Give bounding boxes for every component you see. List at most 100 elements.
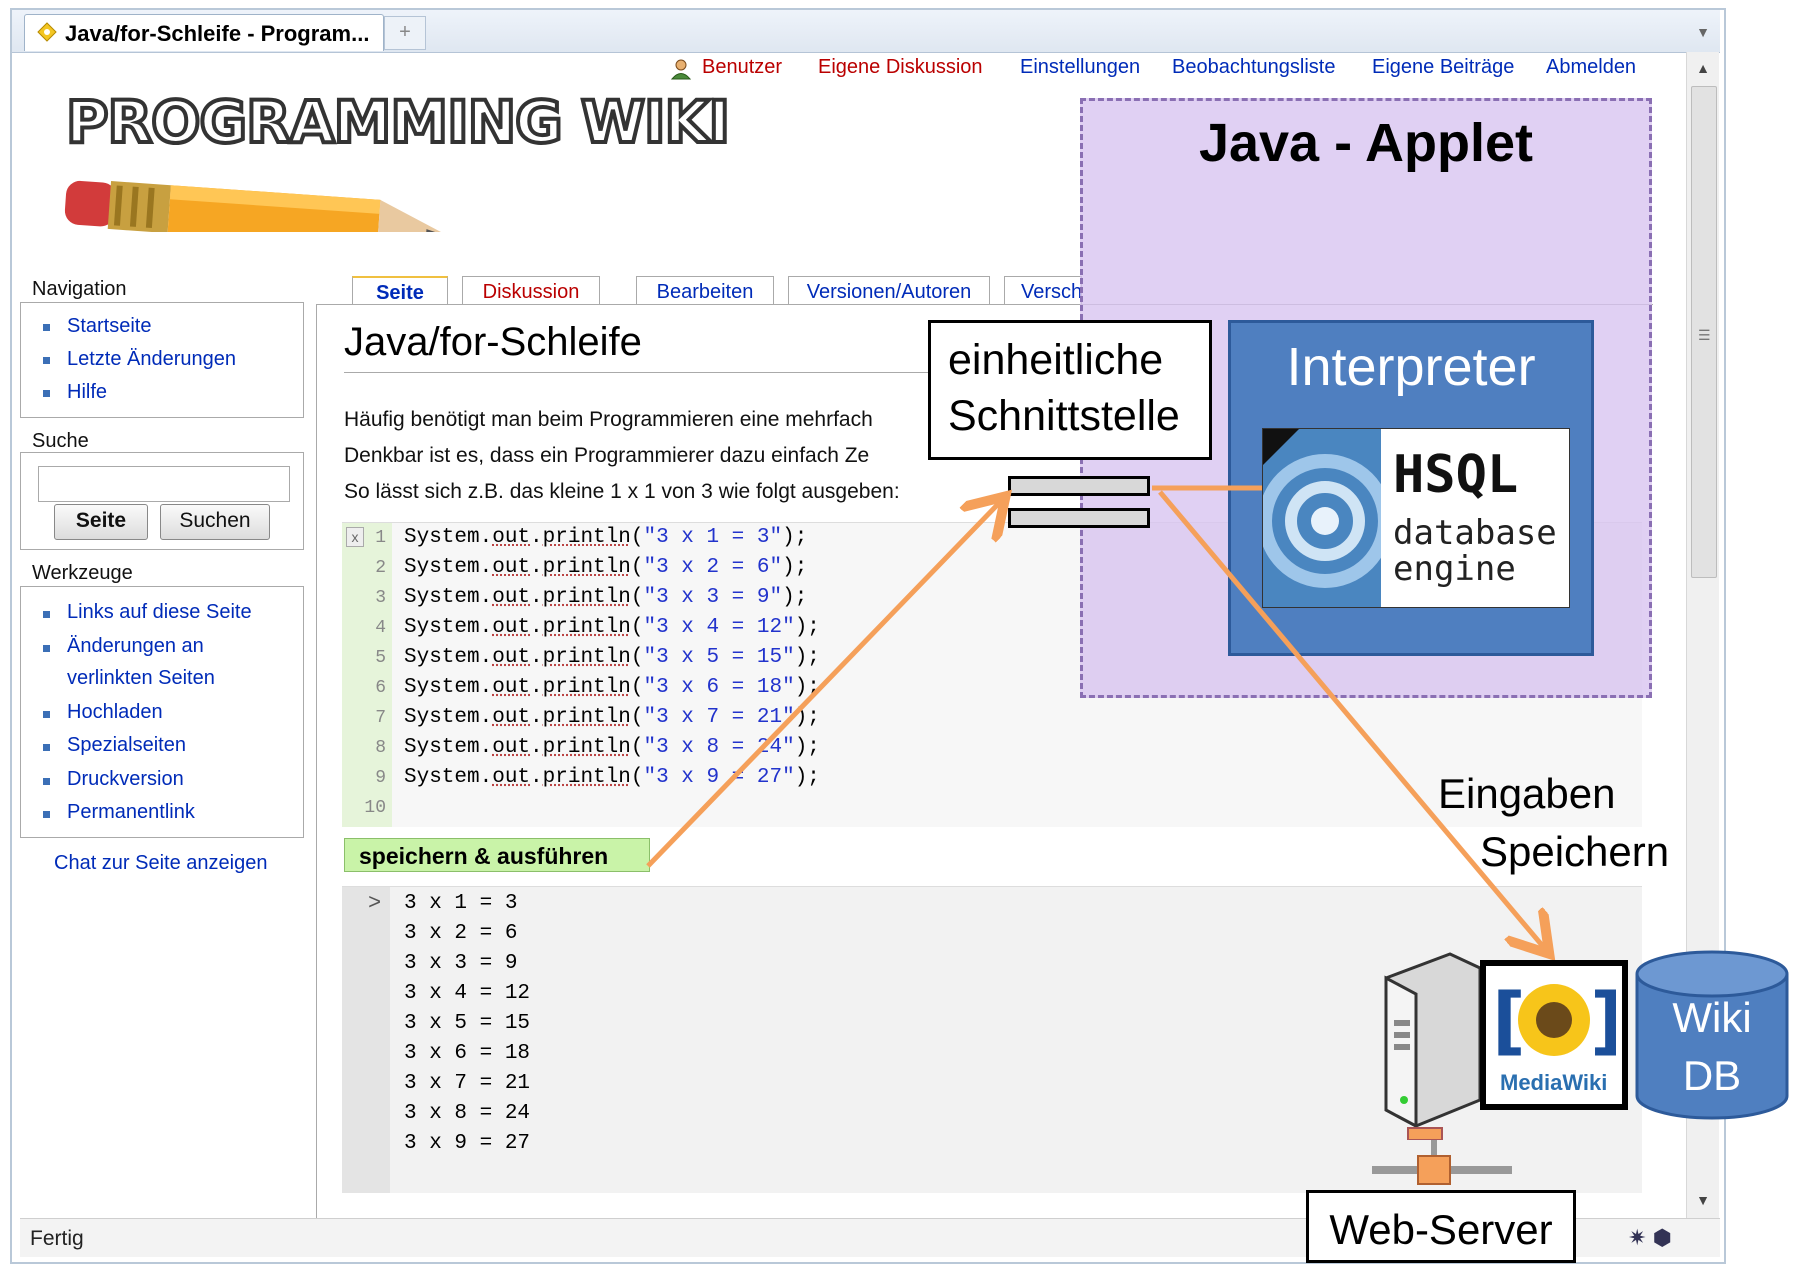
code-line: System.out.println("3 x 7 = 21");	[404, 706, 820, 729]
bullet-icon	[43, 357, 50, 364]
settings-link[interactable]: Einstellungen	[1020, 56, 1140, 79]
output-line: 3 x 8 = 24	[404, 1102, 531, 1125]
scroll-down-icon[interactable]: ▼	[1687, 1184, 1719, 1216]
watchlist-link[interactable]: Beobachtungsliste	[1172, 56, 1335, 79]
mediawiki-text: MediaWiki	[1500, 1070, 1608, 1095]
tool-special-pages[interactable]: Spezialseiten	[67, 734, 186, 757]
paragraph-line: So lässt sich z.B. das kleine 1 x 1 von …	[344, 480, 900, 503]
toolbox-box: Links auf diese Seite Änderungen an verl…	[20, 586, 304, 838]
speichern-label: Speichern	[1480, 828, 1670, 875]
user-link[interactable]: Benutzer	[702, 56, 782, 79]
scroll-up-icon[interactable]: ▲	[1687, 52, 1719, 84]
code-line: System.out.println("3 x 6 = 18");	[404, 676, 820, 699]
hsql-title: HSQL	[1393, 445, 1519, 505]
security-shield-icon[interactable]: ⬢	[1653, 1225, 1672, 1250]
line-number: 6	[375, 678, 386, 698]
line-number: 4	[375, 618, 386, 638]
logo-text: PROGRAMMING WIKI	[66, 92, 729, 156]
bullet-icon	[43, 711, 50, 718]
new-tab-button[interactable]: +	[384, 16, 426, 50]
toolbox-heading: Werkzeuge	[32, 562, 133, 584]
grip-icon: ☰	[1698, 327, 1711, 343]
navigation-heading: Navigation	[32, 278, 127, 300]
sunflower-icon: [ ]	[1492, 978, 1616, 1064]
tool-links-here[interactable]: Links auf diese Seite	[67, 601, 252, 624]
interpreter-title: Interpreter	[1286, 337, 1536, 397]
svg-text:]: ]	[1590, 978, 1616, 1064]
interface-label: Schnittstelle	[948, 392, 1180, 440]
search-button[interactable]: Suchen	[160, 504, 270, 540]
tool-print-version[interactable]: Druckversion	[67, 768, 184, 791]
database-label: DB	[1682, 1052, 1742, 1099]
java-applet-title: Java - Applet	[1198, 113, 1534, 173]
bullet-icon	[43, 744, 50, 751]
personal-links: Benutzer Eigene Diskussion Einstellungen…	[670, 56, 1670, 86]
site-logo[interactable]: PROGRAMMING WIKI	[62, 92, 782, 232]
output-gutter	[342, 887, 390, 1193]
tool-related-changes[interactable]: Änderungen an	[67, 635, 204, 658]
bullet-icon	[43, 324, 50, 331]
navigation-box: Startseite Letzte Änderungen Hilfe	[20, 302, 304, 418]
network-icon	[1372, 1140, 1512, 1185]
addon-icon[interactable]: ✷	[1628, 1225, 1646, 1250]
database-label: Wiki	[1672, 994, 1752, 1041]
output-line: 3 x 4 = 12	[404, 982, 531, 1005]
mediawiki-logo: [ ] MediaWiki	[1480, 960, 1628, 1110]
tab-verschieben[interactable]: Versch	[1004, 276, 1082, 306]
interface-label: einheitliche	[948, 336, 1164, 384]
save-and-run-button[interactable]: speichern & ausführen	[344, 838, 650, 872]
chat-link[interactable]: Chat zur Seite anzeigen	[54, 852, 267, 875]
tab-diskussion[interactable]: Diskussion	[462, 276, 600, 307]
tool-permanent-link[interactable]: Permanentlink	[67, 801, 195, 824]
code-line: System.out.println("3 x 4 = 12");	[404, 616, 820, 639]
status-text: Fertig	[30, 1227, 84, 1250]
line-number: 3	[375, 588, 386, 608]
user-icon	[670, 59, 692, 80]
plus-icon: +	[399, 21, 411, 43]
code-line: System.out.println("3 x 5 = 15");	[404, 646, 820, 669]
prompt-icon: >	[368, 891, 382, 916]
code-line: System.out.println("3 x 8 = 24");	[404, 736, 820, 759]
paragraph-line: Häufig benötigt man beim Programmieren e…	[344, 408, 873, 431]
tool-upload[interactable]: Hochladen	[67, 701, 163, 724]
output-line: 3 x 5 = 15	[404, 1012, 531, 1035]
output-line: 3 x 6 = 18	[404, 1042, 531, 1065]
code-line: System.out.println("3 x 3 = 9");	[404, 586, 808, 609]
hsql-subtitle: engine	[1393, 549, 1516, 589]
page-title: Java/for-Schleife	[344, 320, 642, 364]
interface-plug	[1008, 508, 1150, 528]
scrollbar-thumb[interactable]: ☰	[1691, 86, 1717, 578]
status-icons: ✷ ⬢	[1628, 1225, 1672, 1251]
search-go-button[interactable]: Seite	[54, 504, 148, 540]
logout-link[interactable]: Abmelden	[1546, 56, 1636, 79]
tool-related-changes-line2[interactable]: verlinkten Seiten	[67, 667, 215, 690]
interface-plug	[1008, 476, 1150, 496]
line-number: 10	[364, 798, 386, 818]
nav-item-help[interactable]: Hilfe	[67, 381, 107, 404]
line-number: 9	[375, 768, 386, 788]
output-line: 3 x 3 = 9	[404, 952, 518, 975]
server-tower-icon	[1384, 952, 1482, 1140]
nav-item-startseite[interactable]: Startseite	[67, 315, 151, 338]
web-server-label: Web-Server	[1329, 1206, 1553, 1253]
line-number: 1	[375, 528, 386, 548]
bullet-icon	[43, 778, 50, 785]
tab-list-dropdown-icon[interactable]: ▼	[1690, 16, 1716, 48]
code-line: System.out.println("3 x 2 = 6");	[404, 556, 808, 579]
code-line: System.out.println("3 x 1 = 3");	[404, 526, 808, 549]
bullet-icon	[43, 811, 50, 818]
hsql-logo: HSQL database engine	[1262, 428, 1570, 608]
contributions-link[interactable]: Eigene Beiträge	[1372, 56, 1514, 79]
nav-item-recent-changes[interactable]: Letzte Änderungen	[67, 348, 236, 371]
tab-bearbeiten[interactable]: Bearbeiten	[636, 276, 774, 307]
browser-tab[interactable]: Java/for-Schleife - Program...	[24, 14, 384, 51]
paragraph-line: Denkbar ist es, dass ein Programmierer d…	[344, 444, 870, 467]
output-line: 3 x 1 = 3	[404, 892, 518, 915]
hsql-subtitle: database	[1393, 513, 1557, 553]
tab-versionen-autoren[interactable]: Versionen/Autoren	[788, 276, 990, 307]
bullet-icon	[43, 390, 50, 397]
line-number: 8	[375, 738, 386, 758]
search-input[interactable]	[38, 466, 290, 502]
own-discussion-link[interactable]: Eigene Diskussion	[818, 56, 983, 79]
output-line: 3 x 2 = 6	[404, 922, 518, 945]
